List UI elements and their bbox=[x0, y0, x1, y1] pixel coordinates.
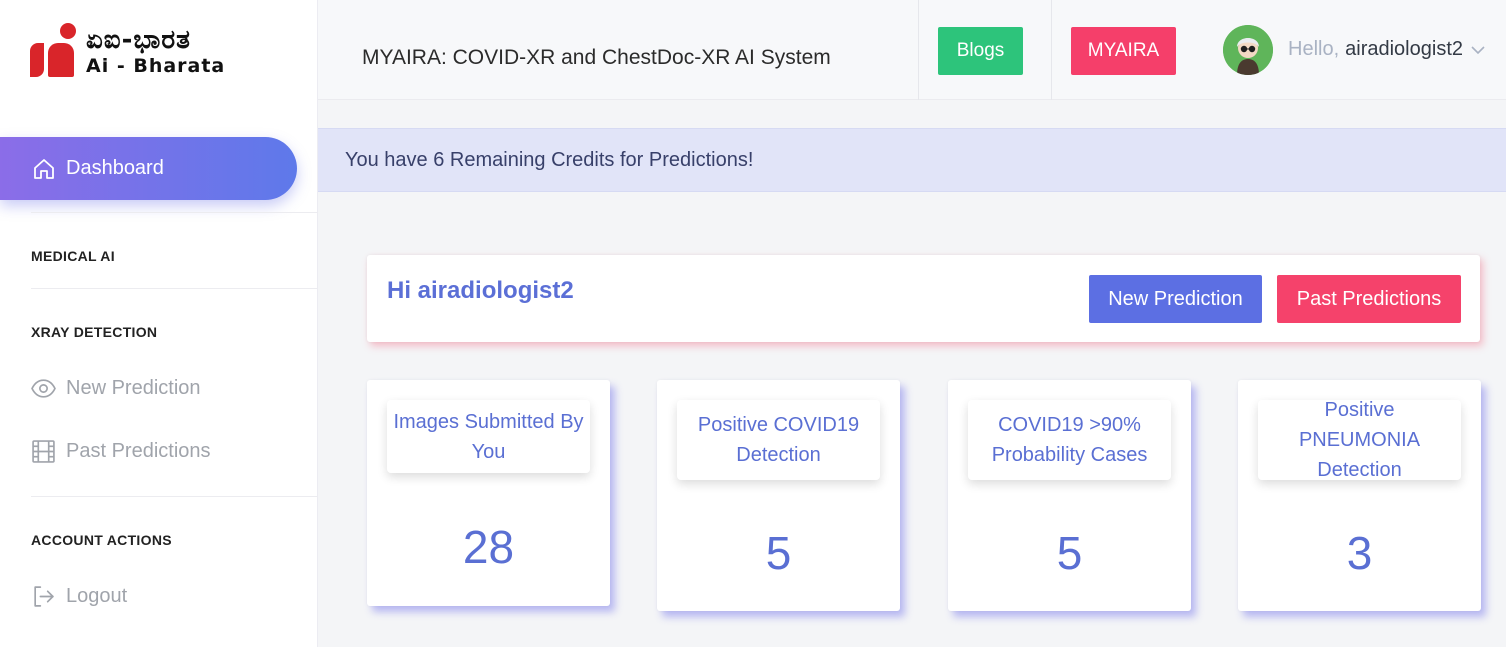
stat-value: 3 bbox=[1346, 527, 1373, 579]
sidebar-divider bbox=[31, 288, 318, 289]
stat-label: COVID19 >90% Probability Cases bbox=[968, 400, 1171, 480]
credits-alert-text: You have 6 Remaining Credits for Predict… bbox=[345, 148, 754, 171]
stat-value: 5 bbox=[1056, 527, 1083, 579]
home-icon bbox=[32, 157, 56, 181]
header-divider bbox=[918, 0, 919, 100]
past-predictions-button[interactable]: Past Predictions bbox=[1277, 275, 1461, 323]
stat-value: 28 bbox=[462, 521, 515, 573]
logo-native-text: ಏಐ-ಭಾರತ bbox=[86, 24, 191, 55]
credits-alert: You have 6 Remaining Credits for Predict… bbox=[318, 128, 1506, 192]
avatar[interactable] bbox=[1223, 25, 1273, 75]
sidebar-item-logout[interactable]: Logout bbox=[31, 584, 127, 609]
stat-card-positive-pneumonia: Positive PNEUMONIA Detection 3 bbox=[1238, 380, 1481, 611]
sidebar-divider bbox=[31, 496, 318, 497]
stat-card-positive-covid19: Positive COVID19 Detection 5 bbox=[657, 380, 900, 611]
brand-logo[interactable]: ಏಐ-ಭಾರತ Ai - Bharata bbox=[30, 22, 275, 80]
film-icon bbox=[31, 439, 56, 464]
stat-label: Images Submitted By You bbox=[387, 400, 590, 473]
app-title: MYAIRA: COVID-XR and ChestDoc-XR AI Syst… bbox=[362, 46, 831, 69]
stat-card-covid19-high-probability: COVID19 >90% Probability Cases 5 bbox=[948, 380, 1191, 611]
welcome-card: Hi airadiologist2 New Prediction Past Pr… bbox=[367, 255, 1480, 342]
logo-latin-text: Ai - Bharata bbox=[86, 54, 226, 77]
new-prediction-button[interactable]: New Prediction bbox=[1089, 275, 1262, 323]
welcome-title: Hi airadiologist2 bbox=[387, 277, 574, 304]
sidebar-divider bbox=[31, 212, 318, 213]
sidebar-item-label: Past Predictions bbox=[66, 440, 211, 462]
sidebar-item-dashboard[interactable]: Dashboard bbox=[0, 137, 297, 200]
sidebar: ಏಐ-ಭಾರತ Ai - Bharata Dashboard MEDICAL A… bbox=[0, 0, 318, 647]
section-title-account-actions: ACCOUNT ACTIONS bbox=[31, 532, 172, 548]
sidebar-item-new-prediction[interactable]: New Prediction bbox=[31, 376, 201, 401]
section-title-xray-detection: XRAY DETECTION bbox=[31, 324, 158, 340]
myaira-button[interactable]: MYAIRA bbox=[1071, 27, 1176, 75]
sidebar-item-label: Logout bbox=[66, 585, 128, 607]
username: airadiologist2 bbox=[1345, 38, 1463, 60]
user-avatar-icon bbox=[1223, 25, 1273, 75]
section-title-medical-ai: MEDICAL AI bbox=[31, 248, 115, 264]
blogs-button[interactable]: Blogs bbox=[938, 27, 1023, 75]
stat-card-images-submitted: Images Submitted By You 28 bbox=[367, 380, 610, 606]
stat-value: 5 bbox=[765, 527, 792, 579]
greeting-prefix: Hello, bbox=[1288, 38, 1340, 60]
header-divider bbox=[1051, 0, 1052, 100]
stat-label: Positive COVID19 Detection bbox=[677, 400, 880, 480]
logo-mark-icon bbox=[30, 23, 78, 79]
stat-label: Positive PNEUMONIA Detection bbox=[1258, 399, 1461, 481]
logout-icon bbox=[31, 584, 56, 609]
user-menu[interactable]: Hello, airadiologist2 bbox=[1288, 38, 1485, 61]
sidebar-item-label: New Prediction bbox=[66, 377, 201, 399]
chevron-down-icon bbox=[1471, 45, 1485, 55]
sidebar-item-label: Dashboard bbox=[66, 157, 164, 179]
sidebar-item-past-predictions[interactable]: Past Predictions bbox=[31, 439, 211, 464]
top-header: MYAIRA: COVID-XR and ChestDoc-XR AI Syst… bbox=[318, 0, 1506, 100]
eye-icon bbox=[31, 376, 56, 401]
